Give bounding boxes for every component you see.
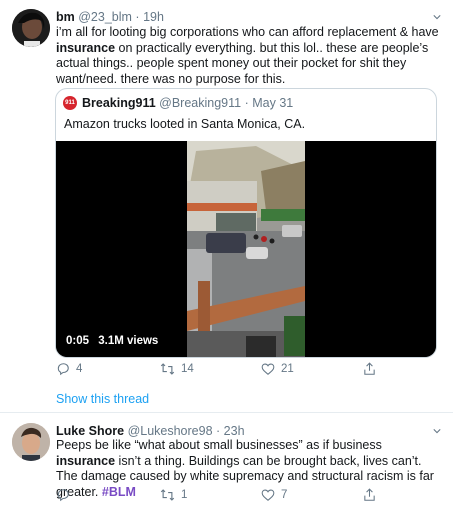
tweet-text-part: Peeps be like “what about small business… (56, 438, 382, 452)
handle[interactable]: @Lukeshore98 (128, 424, 213, 438)
video-duration: 0:05 (66, 335, 90, 347)
like-button[interactable]: 7 (261, 488, 287, 502)
reply-icon (57, 363, 69, 376)
quoted-tweet[interactable]: 911 Breaking911 @Breaking911 · May 31 Am… (55, 88, 437, 358)
timestamp[interactable]: 23h (224, 424, 245, 438)
quoted-handle: @Breaking911 (159, 96, 242, 110)
tweet-header: Luke Shore @Lukeshore98 · 23h (56, 424, 245, 438)
tweet-actions: 4 14 21 (56, 362, 386, 380)
retweet-count: 1 (181, 489, 188, 501)
tweet[interactable]: bm @23_blm · 19h i’m all for looting big… (0, 0, 453, 412)
like-button[interactable]: 21 (261, 362, 294, 376)
handle[interactable]: @23_blm (78, 10, 132, 24)
share-icon (364, 488, 375, 501)
timestamp[interactable]: 19h (143, 10, 164, 24)
tweet-header: bm @23_blm · 19h (56, 10, 164, 24)
tweet-text-bold: insurance (56, 40, 116, 55)
retweet-count: 14 (181, 363, 194, 375)
retweet-button[interactable]: 14 (160, 362, 194, 376)
show-thread-link[interactable]: Show this thread (56, 392, 149, 406)
retweet-icon (160, 489, 175, 501)
chevron-down-icon[interactable] (433, 427, 441, 435)
display-name[interactable]: bm (56, 10, 75, 24)
like-icon (261, 489, 275, 501)
video-stats: 0:05 3.1M views (66, 335, 158, 347)
quoted-name: Breaking911 (82, 96, 156, 110)
avatar[interactable] (12, 423, 50, 461)
reply-count: 4 (76, 363, 83, 375)
video-views: 3.1M views (98, 335, 159, 347)
video-frame (56, 141, 436, 357)
like-count: 21 (281, 363, 294, 375)
separator: · (244, 96, 249, 110)
separator: · (135, 10, 140, 24)
chevron-down-icon[interactable] (433, 13, 441, 21)
tweet-actions: 1 7 (56, 488, 386, 506)
share-button[interactable] (363, 488, 376, 502)
reply-button[interactable] (56, 488, 76, 502)
like-icon (261, 363, 275, 375)
avatar[interactable] (12, 9, 50, 47)
like-count: 7 (281, 489, 288, 501)
share-icon (364, 362, 375, 375)
reply-icon (57, 489, 69, 502)
quoted-avatar[interactable]: 911 (63, 96, 77, 110)
reply-button[interactable]: 4 (56, 362, 82, 376)
tweet-text-part: i’m all for looting big corporations who… (56, 25, 439, 39)
retweet-icon (160, 363, 175, 375)
tweet-text-bold: insurance (56, 453, 116, 468)
share-button[interactable] (363, 362, 376, 376)
display-name[interactable]: Luke Shore (56, 424, 124, 438)
quoted-date: May 31 (252, 96, 294, 110)
video-player[interactable]: 0:05 3.1M views (56, 141, 436, 357)
tweet[interactable]: Luke Shore @Lukeshore98 · 23h Peeps be l… (0, 412, 453, 508)
tweet-text: i’m all for looting big corporations who… (56, 25, 441, 87)
quoted-text: Amazon trucks looted in Santa Monica, CA… (64, 117, 306, 131)
separator: · (216, 424, 221, 438)
quoted-header: Breaking911 @Breaking911 · May 31 (82, 96, 293, 110)
retweet-button[interactable]: 1 (160, 488, 187, 502)
